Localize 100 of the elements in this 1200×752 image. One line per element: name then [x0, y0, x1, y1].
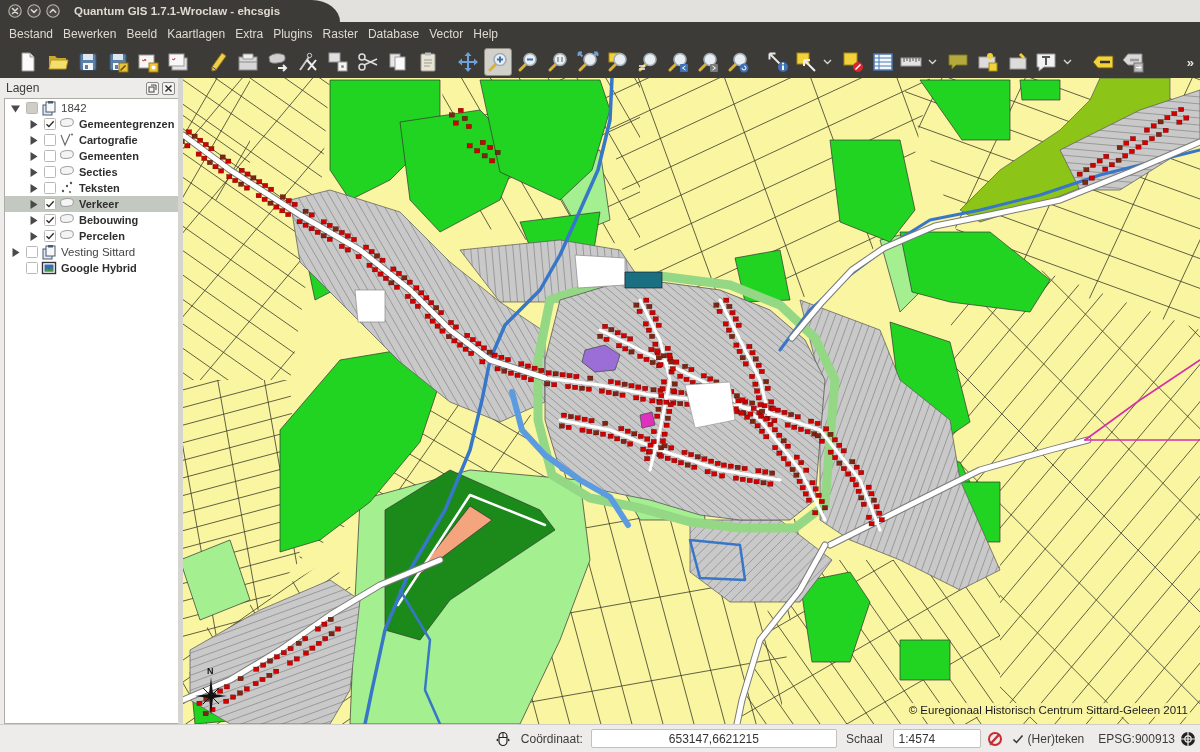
layer-item[interactable]: Vesting Sittard	[5, 244, 178, 260]
layer-item[interactable]: 1842	[5, 100, 178, 116]
layer-group-icon	[41, 244, 57, 260]
coordinate-toggle-button[interactable]	[494, 730, 511, 747]
magnifier-arrows-icon	[577, 51, 599, 73]
coordinate-field[interactable]: 653147,6621215	[590, 729, 837, 748]
expand-arrow-icon[interactable]	[28, 183, 38, 193]
window-title: Quantum GIS 1.7.1-Wroclaw - ehcsgis	[74, 5, 281, 17]
toolbar-overflow-button[interactable]: »	[1186, 54, 1194, 70]
magnifier-back-icon	[667, 51, 689, 73]
layer-item[interactable]: Secties	[5, 164, 178, 180]
expand-arrow-icon[interactable]	[28, 215, 38, 225]
expand-arrow-icon[interactable]	[28, 119, 38, 129]
expand-arrow-icon[interactable]	[28, 151, 38, 161]
menu-item[interactable]: Help	[468, 24, 503, 44]
visibility-checkbox[interactable]	[44, 150, 56, 162]
expand-arrow-icon[interactable]	[28, 199, 38, 209]
panel-close-button[interactable]	[162, 81, 175, 95]
float-icon	[148, 83, 157, 93]
zoom-out-icon	[517, 51, 539, 73]
no-entry-icon	[986, 730, 1003, 747]
magnifier-refresh-icon	[727, 51, 749, 73]
minimize-button[interactable]	[27, 4, 41, 18]
expand-arrow-icon[interactable]	[28, 135, 38, 145]
stop-render-button[interactable]	[986, 730, 1003, 747]
layer-item[interactable]: Teksten	[5, 180, 178, 196]
close-icon	[8, 4, 22, 18]
points-icon	[59, 180, 75, 196]
layer-item[interactable]: Gemeenten	[5, 148, 178, 164]
render-checkbox[interactable]: (Her)teken	[1011, 731, 1085, 746]
expand-arrow-icon[interactable]	[10, 247, 20, 257]
scissors-icon	[357, 51, 379, 73]
line-icon	[59, 132, 75, 148]
close-button[interactable]	[8, 4, 22, 18]
maximize-icon	[46, 4, 60, 18]
deselect-icon	[842, 51, 864, 73]
clipboard-icon	[417, 51, 439, 73]
visibility-checkbox[interactable]	[26, 102, 38, 114]
tag-pin-icon	[977, 51, 999, 73]
card-pin-icon	[1007, 51, 1029, 73]
visibility-checkbox[interactable]	[44, 134, 56, 146]
scale-field[interactable]: 1:4574	[892, 729, 981, 748]
attribution-text: © Euregionaal Historisch Centrum Sittard-Geleen 2011	[906, 703, 1190, 717]
close-icon	[164, 83, 173, 93]
menu-item[interactable]: Raster	[317, 24, 363, 44]
menu-item[interactable]: Bestand	[4, 24, 59, 44]
panel-title: Lagen	[6, 81, 40, 95]
collapse-arrow-icon[interactable]	[10, 103, 20, 113]
image-icon	[41, 260, 57, 276]
visibility-checkbox[interactable]	[44, 198, 56, 210]
squares-icon	[327, 51, 349, 73]
maximize-button[interactable]	[46, 4, 60, 18]
copy-pages-icon	[387, 51, 409, 73]
page-star-icon	[137, 51, 159, 73]
magnifier-layers-icon	[637, 51, 659, 73]
panel-float-button[interactable]	[146, 81, 159, 95]
visibility-checkbox[interactable]	[44, 214, 56, 226]
visibility-checkbox[interactable]	[44, 166, 56, 178]
expand-arrow-icon[interactable]	[28, 167, 38, 177]
magnifier-square-icon	[607, 51, 629, 73]
visibility-checkbox[interactable]	[44, 230, 56, 242]
magnifier-forward-icon	[697, 51, 719, 73]
scale-label: Schaal	[845, 731, 883, 746]
zoom-in-icon	[487, 51, 509, 73]
visibility-checkbox[interactable]	[26, 246, 38, 258]
layer-item[interactable]: Cartografie	[5, 132, 178, 148]
layer-item[interactable]: Percelen	[5, 228, 178, 244]
layer-item[interactable]: Bebouwing	[5, 212, 178, 228]
globe-icon	[1180, 730, 1196, 747]
stacked-pages-icon	[167, 51, 189, 73]
pointer-info-icon	[767, 51, 789, 73]
expand-arrow-icon[interactable]	[28, 231, 38, 241]
table-icon	[872, 51, 894, 73]
menu-item[interactable]: Beeld	[121, 24, 163, 44]
layer-item[interactable]: Gemeentegrenzen	[5, 116, 178, 132]
mouse-icon	[494, 730, 511, 747]
minimize-icon	[27, 4, 41, 18]
text-bubble-icon	[1035, 51, 1057, 73]
menu-item[interactable]: Extra	[230, 24, 269, 44]
layer-item[interactable]: Verkeer	[5, 196, 178, 212]
visibility-checkbox[interactable]	[26, 262, 38, 274]
layer-item[interactable]: Google Hybrid	[5, 260, 178, 276]
polygon-arrow-icon	[267, 51, 289, 73]
magnifier-icon	[547, 51, 569, 73]
menu-item[interactable]: Vector	[424, 24, 469, 44]
menu-item[interactable]: Database	[362, 24, 425, 44]
tag-arrow-icon	[1122, 51, 1144, 73]
crs-button[interactable]: EPSG:900913	[1098, 731, 1175, 746]
menu-item[interactable]: Bewerken	[58, 24, 122, 44]
menu-item[interactable]: Kaartlagen	[162, 24, 231, 44]
visibility-checkbox[interactable]	[44, 118, 56, 130]
four-arrows-icon	[457, 51, 479, 73]
select-pointer-icon	[795, 51, 817, 73]
north-label: N	[207, 666, 214, 676]
menu-item[interactable]: Plugins	[268, 24, 318, 44]
visibility-checkbox[interactable]	[44, 182, 56, 194]
projection-button[interactable]	[1180, 730, 1196, 747]
tray-icon	[237, 51, 259, 73]
tools-icon	[297, 51, 319, 73]
coordinate-label: Coördinaat:	[520, 731, 583, 746]
